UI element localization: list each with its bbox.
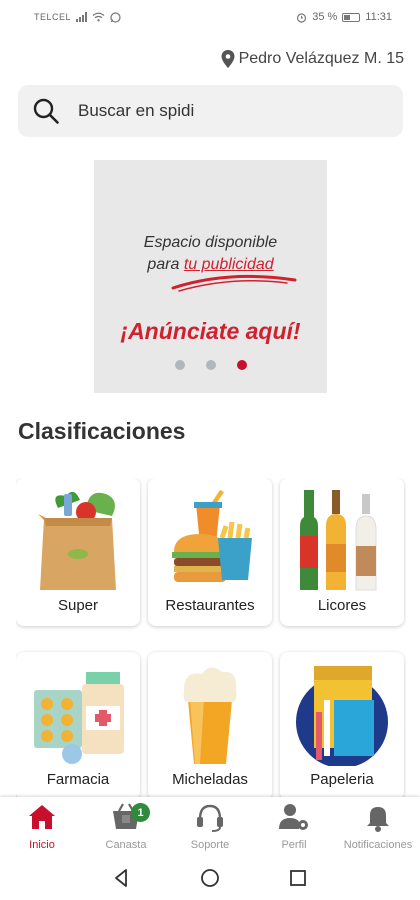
- nav-soporte[interactable]: Soporte: [168, 797, 252, 855]
- recents-square-icon[interactable]: [287, 867, 309, 889]
- category-label: Licores: [317, 597, 367, 614]
- signal-icon: [76, 12, 88, 22]
- home-icon: [29, 805, 55, 829]
- search-bar[interactable]: Buscar en spidi: [18, 85, 403, 137]
- wifi-icon: [92, 12, 105, 22]
- category-card-papeleria[interactable]: Papeleria: [280, 652, 404, 798]
- location-text: Pedro Velázquez M. 15: [238, 50, 404, 67]
- whatsapp-icon: [110, 11, 121, 23]
- category-card-super[interactable]: Super: [16, 478, 140, 626]
- carousel-dot-2[interactable]: [205, 360, 216, 370]
- liquor-bottles-icon: [300, 490, 377, 591]
- nav-label: Soporte: [190, 839, 230, 851]
- location-pin-icon: [221, 50, 235, 68]
- promo-banner[interactable]: Espacio disponible para tu publicidad ¡A…: [94, 160, 327, 393]
- nav-inicio[interactable]: Inicio: [0, 797, 84, 855]
- category-label: Super: [57, 597, 99, 614]
- category-label: Farmacia: [46, 771, 110, 788]
- back-icon[interactable]: [111, 867, 133, 889]
- nav-notificaciones[interactable]: Notificaciones: [336, 797, 420, 855]
- nav-canasta[interactable]: 1 Canasta: [84, 797, 168, 855]
- section-title: Clasificaciones: [18, 418, 186, 444]
- category-label: Papeleria: [310, 771, 374, 788]
- banner-swoosh-icon: [171, 274, 297, 292]
- grocery-bag-icon: [38, 491, 116, 590]
- nav-label: Perfil: [281, 839, 307, 851]
- battery-percent: 35 %: [312, 11, 338, 23]
- nav-label: Notificaciones: [343, 839, 413, 851]
- category-card-farmacia[interactable]: Farmacia: [16, 652, 140, 798]
- cart-count-badge: 1: [131, 803, 150, 822]
- banner-line1: Espacio disponible: [143, 234, 278, 251]
- carousel-dot-1[interactable]: [174, 360, 185, 370]
- category-label: Restaurantes: [165, 597, 255, 614]
- nav-label: Inicio: [29, 839, 55, 851]
- category-card-micheladas[interactable]: Micheladas: [148, 652, 272, 798]
- battery-icon: [342, 12, 361, 22]
- headset-icon: [197, 804, 223, 832]
- status-left: TELCEL: [34, 11, 121, 23]
- carrier-name: TELCEL: [34, 12, 72, 22]
- carousel-dot-3[interactable]: [236, 360, 247, 370]
- bell-icon: [367, 807, 389, 832]
- alarm-icon: [297, 12, 307, 23]
- search-input[interactable]: Buscar en spidi: [78, 101, 194, 121]
- stationery-icon: [296, 666, 388, 766]
- status-right: 35 % 11:31: [296, 11, 392, 23]
- bottom-navigation: Inicio 1 Canasta Soporte Perfil Notifica…: [0, 797, 420, 855]
- search-icon: [33, 98, 59, 124]
- burger-fries-icon: [172, 490, 252, 582]
- status-bar: TELCEL 35 % 11:31: [0, 0, 420, 34]
- home-circle-icon[interactable]: [199, 867, 221, 889]
- beer-glass-icon: [183, 667, 237, 764]
- nav-label: Canasta: [105, 839, 147, 851]
- delivery-location[interactable]: Pedro Velázquez M. 15: [221, 50, 404, 68]
- category-card-restaurantes[interactable]: Restaurantes: [148, 478, 272, 626]
- category-grid: Super Restaurantes Licores Farmacia Mich…: [16, 478, 406, 798]
- banner-cta: ¡Anúnciate aquí!: [120, 318, 301, 344]
- user-gear-icon: [279, 804, 308, 830]
- category-label: Micheladas: [172, 771, 248, 788]
- nav-perfil[interactable]: Perfil: [252, 797, 336, 855]
- category-card-licores[interactable]: Licores: [280, 478, 404, 626]
- clock: 11:31: [365, 11, 392, 23]
- pharmacy-pills-icon: [34, 672, 124, 764]
- carousel-indicator: [94, 360, 327, 370]
- system-navigation-bar: [0, 855, 420, 900]
